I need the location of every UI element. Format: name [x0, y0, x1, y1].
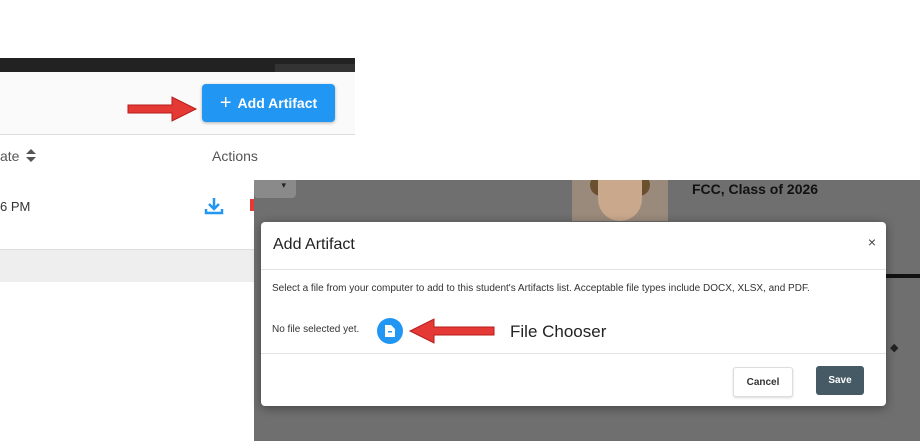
actions-column-header: Actions	[212, 148, 258, 164]
close-icon[interactable]: ×	[868, 234, 876, 250]
date-column-label: ate	[0, 148, 20, 164]
divider-line	[886, 274, 920, 278]
chevron-down-icon: ▾	[281, 180, 286, 190]
sort-icon	[26, 149, 37, 162]
add-artifact-label: Add Artifact	[237, 95, 318, 111]
download-icon[interactable]	[204, 196, 224, 216]
dropdown-select: ▾	[254, 180, 296, 198]
student-photo	[572, 180, 668, 221]
annotation-arrow-add	[127, 96, 198, 122]
plus-icon: +	[219, 92, 232, 114]
table-header: ate Actions	[0, 134, 355, 178]
sort-icon: ◆	[890, 342, 899, 354]
save-button[interactable]: Save	[816, 366, 864, 395]
add-artifact-modal: Add Artifact × Select a file from your c…	[261, 222, 886, 406]
banner-strip	[0, 58, 355, 72]
no-file-text: No file selected yet.	[272, 324, 360, 335]
modal-divider	[261, 353, 886, 354]
photo-face	[598, 180, 642, 221]
student-class: FCC, Class of 2026	[692, 181, 819, 197]
date-column-header[interactable]: ate	[0, 148, 37, 164]
modal-title: Add Artifact	[273, 236, 355, 253]
modal-description: Select a file from your computer to add …	[272, 283, 810, 294]
add-artifact-button[interactable]: + Add Artifact	[202, 84, 335, 122]
row-date-cell: 6 PM	[0, 199, 31, 214]
modal-divider	[261, 269, 886, 270]
cancel-button[interactable]: Cancel	[733, 367, 793, 397]
annotation-arrow-file	[408, 318, 495, 344]
file-chooser-button[interactable]	[377, 318, 403, 344]
file-icon	[385, 325, 395, 337]
file-chooser-annotation: File Chooser	[510, 322, 607, 341]
